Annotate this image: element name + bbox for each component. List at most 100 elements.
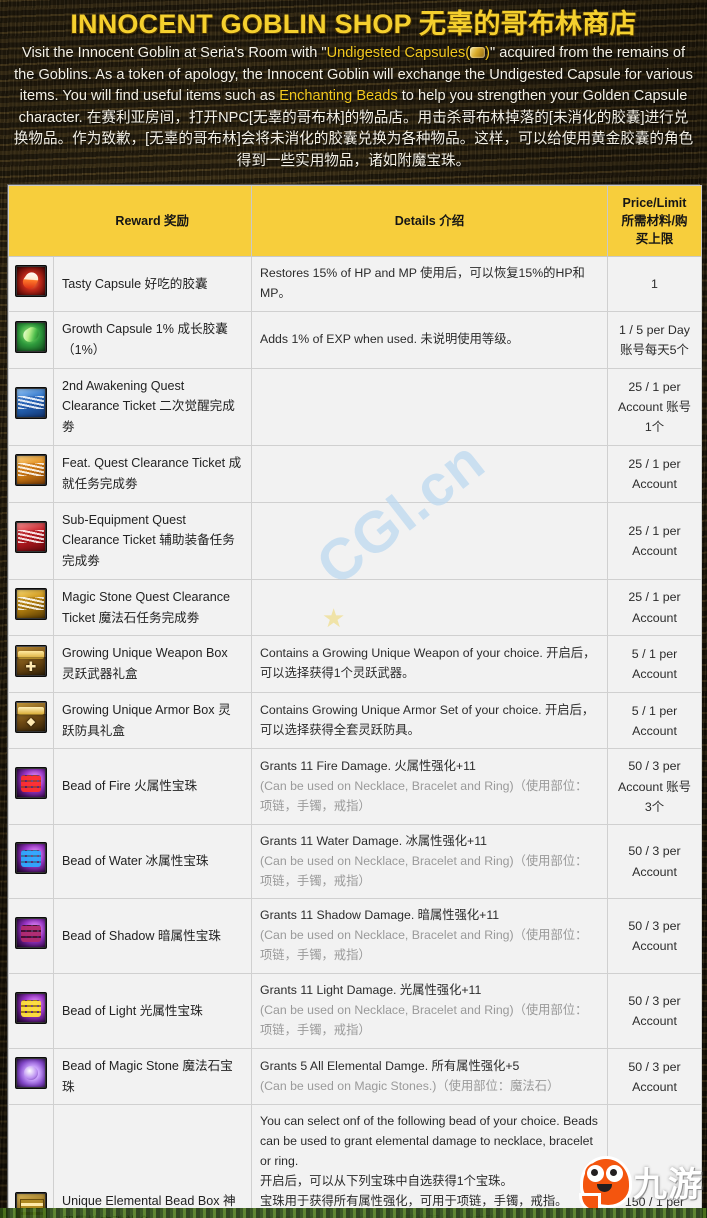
bead-of-fire-icon — [15, 767, 47, 800]
reward-table-container: Reward 奖励 Details 介绍 Price/Limit 所需材料/购 … — [7, 183, 702, 1218]
growing-unique-armor-box-icon — [15, 701, 47, 734]
intro-paragraph: Visit the Innocent Goblin at Seria's Roo… — [8, 43, 699, 172]
details-cell: Grants 5 All Elemental Damge. 所有属性强化+5 (C… — [251, 1047, 608, 1106]
price-limit-cell: 50 / 3 per Account — [607, 973, 702, 1049]
row-icon-cell — [8, 823, 54, 900]
column-header-icon — [8, 184, 54, 258]
details-cell — [251, 578, 608, 637]
details-cell: Grants 11 Water Damage. 冰属性强化+11 (Can be … — [251, 823, 608, 900]
table-row: Growth Capsule 1% 成长胶囊（1%） Adds 1% of EXP… — [8, 311, 702, 369]
capsule-icon — [470, 47, 486, 59]
intro-section: INNOCENT GOBLIN SHOP 无辜的哥布林商店 Visit the … — [0, 0, 707, 172]
reward-name-cell: Bead of Light 光属性宝珠 — [53, 973, 252, 1049]
column-header-details: Details 介绍 — [251, 184, 608, 258]
table-row: Feat. Quest Clearance Ticket 成就任务完成劵 25 /… — [8, 444, 702, 503]
row-icon-cell — [8, 256, 54, 313]
price-limit-cell: 50 / 3 per Account 账号3个 — [607, 748, 702, 825]
details-cell: Restores 15% of HP and MP 使用后，可以恢复15%的HP… — [251, 256, 608, 313]
price-limit-cell: 1 / 5 per Day 账号每天5个 — [607, 311, 702, 369]
reward-name-cell: Growing Unique Weapon Box 灵跃武器礼盒 — [53, 635, 252, 693]
row-icon-cell — [8, 501, 54, 580]
table-row: Growing Unique Weapon Box 灵跃武器礼盒Contains… — [8, 635, 702, 693]
table-row: Bead of Shadow 暗属性宝珠 Grants 11 Shadow Dam… — [8, 898, 702, 975]
price-limit-cell: 1 — [607, 256, 702, 313]
row-icon-cell — [8, 898, 54, 975]
details-sub-text: (Can be used on Necklace, Bracelet and R… — [260, 928, 588, 963]
intro-text-1: Visit the Innocent Goblin at Seria's Roo… — [21, 45, 327, 62]
details-cell: Grants 11 Shadow Damage. 暗属性强化+11 (Can be… — [251, 898, 608, 975]
table-head: Reward 奖励 Details 介绍 Price/Limit 所需材料/购 … — [8, 184, 702, 258]
price-limit-cell: 50 / 3 per Account — [607, 898, 702, 975]
price-limit-cell: 50 / 3 per Account — [607, 1047, 702, 1106]
intro-highlight-beads: Enchanting Beads — [279, 88, 398, 105]
row-icon-cell — [8, 973, 54, 1049]
price-limit-cell: 5 / 1 per Account — [607, 691, 702, 750]
details-cell: You can select onf of the following bead… — [251, 1104, 608, 1218]
table-body: Tasty Capsule 好吃的胶囊 Restores 15% of HP an… — [8, 256, 702, 1218]
row-icon-cell — [8, 578, 54, 637]
magic-stone-ticket-icon — [15, 588, 47, 621]
reward-name-cell: Magic Stone Quest Clearance Ticket 魔法石任务… — [53, 578, 252, 637]
details-sub-text: (Can be used on Necklace, Bracelet and R… — [260, 853, 588, 888]
growth-capsule-icon — [15, 320, 47, 353]
table-row: Unique Elemental Bead Box 神器属性宝珠礼盒You ca… — [8, 1104, 702, 1218]
details-main-text: Grants 11 Shadow Damage. 暗属性强化+11 — [260, 908, 500, 923]
details-cell — [251, 367, 608, 446]
table-row: Magic Stone Quest Clearance Ticket 魔法石任务… — [8, 578, 702, 637]
bead-of-water-icon — [15, 842, 47, 875]
details-main-text: Grants 11 Water Damage. 冰属性强化+11 — [260, 833, 487, 848]
details-sub-text: (Can be used on Necklace, Bracelet and R… — [260, 1003, 588, 1037]
details-sub-text: (Can be used on Necklace, Bracelet and R… — [260, 778, 588, 813]
column-header-price: Price/Limit 所需材料/购 买上限 — [607, 184, 702, 258]
details-main-text: Adds 1% of EXP when used. 未说明使用等级。 — [260, 331, 519, 346]
details-main-text: Grants 11 Fire Damage. 火属性强化+11 — [260, 758, 476, 773]
details-cell: Grants 11 Light Damage. 光属性强化+11 (Can be … — [251, 973, 608, 1049]
tasty-capsule-icon — [15, 264, 47, 297]
row-icon-cell — [8, 691, 54, 750]
price-limit-cell: 5 / 1 per Account — [607, 635, 702, 693]
details-main-text: Grants 11 Light Damage. 光属性强化+11 — [260, 983, 482, 998]
row-icon-cell — [8, 1104, 54, 1218]
sub-equipment-ticket-icon — [15, 521, 47, 554]
price-limit-cell: 150 / 1 per Account — [607, 1104, 702, 1218]
reward-name-cell: Bead of Water 冰属性宝珠 — [53, 823, 252, 900]
price-limit-cell: 25 / 1 per Account — [607, 501, 702, 580]
table-row: Tasty Capsule 好吃的胶囊 Restores 15% of HP an… — [8, 256, 702, 313]
price-limit-cell: 25 / 1 per Account — [607, 444, 702, 503]
row-icon-cell — [8, 635, 54, 693]
table-row: Bead of Magic Stone 魔法石宝珠 Grants 5 All El… — [8, 1047, 702, 1106]
price-header-line2: 所需材料/购 — [621, 214, 688, 229]
second-awakening-ticket-icon — [15, 387, 47, 420]
table-row: Bead of Light 光属性宝珠 Grants 11 Light Damag… — [8, 973, 702, 1049]
price-limit-cell: 25 / 1 per Account 账号1个 — [607, 367, 702, 446]
column-header-reward: Reward 奖励 — [53, 184, 252, 258]
row-icon-cell — [8, 367, 54, 446]
details-cell: Grants 11 Fire Damage. 火属性强化+11 (Can be u… — [251, 748, 608, 825]
bead-of-light-icon — [15, 991, 47, 1024]
table-header-row: Reward 奖励 Details 介绍 Price/Limit 所需材料/购 … — [8, 184, 702, 258]
reward-name-cell: Tasty Capsule 好吃的胶囊 — [53, 256, 252, 313]
table-row: Bead of Fire 火属性宝珠 Grants 11 Fire Damage.… — [8, 748, 702, 825]
reward-name-cell: Bead of Shadow 暗属性宝珠 — [53, 898, 252, 975]
price-limit-cell: 50 / 3 per Account — [607, 823, 702, 900]
table-row: Bead of Water 冰属性宝珠 Grants 11 Water Damag… — [8, 823, 702, 900]
details-main-text: You can select onf of the following bead… — [260, 1114, 598, 1208]
details-cell: Contains a Growing Unique Weapon of your… — [251, 635, 608, 693]
reward-name-cell: Bead of Magic Stone 魔法石宝珠 — [53, 1047, 252, 1106]
page-root: INNOCENT GOBLIN SHOP 无辜的哥布林商店 Visit the … — [0, 0, 707, 1218]
price-header-line1: Price/Limit — [622, 195, 687, 210]
reward-name-cell: Growing Unique Armor Box 灵跃防具礼盒 — [53, 691, 252, 750]
details-main-text: Restores 15% of HP and MP 使用后，可以恢复15%的HP… — [260, 266, 585, 301]
details-cell — [251, 501, 608, 580]
reward-name-cell: Bead of Fire 火属性宝珠 — [53, 748, 252, 825]
table-row: Sub-Equipment Quest Clearance Ticket 辅助装… — [8, 501, 702, 580]
details-main-text: Grants 5 All Elemental Damge. 所有属性强化+5 — [260, 1058, 520, 1073]
table-row: Growing Unique Armor Box 灵跃防具礼盒Contains … — [8, 691, 702, 750]
reward-name-cell: Feat. Quest Clearance Ticket 成就任务完成劵 — [53, 444, 252, 503]
reward-table: Reward 奖励 Details 介绍 Price/Limit 所需材料/购 … — [8, 184, 702, 1218]
page-title: INNOCENT GOBLIN SHOP 无辜的哥布林商店 — [70, 9, 637, 39]
details-cell: Contains Growing Unique Armor Set of you… — [251, 691, 608, 750]
details-cell — [251, 444, 608, 503]
table-row: 2nd Awakening Quest Clearance Ticket 二次觉… — [8, 367, 702, 446]
intro-highlight-capsules: Undigested Capsules( — [326, 45, 471, 62]
